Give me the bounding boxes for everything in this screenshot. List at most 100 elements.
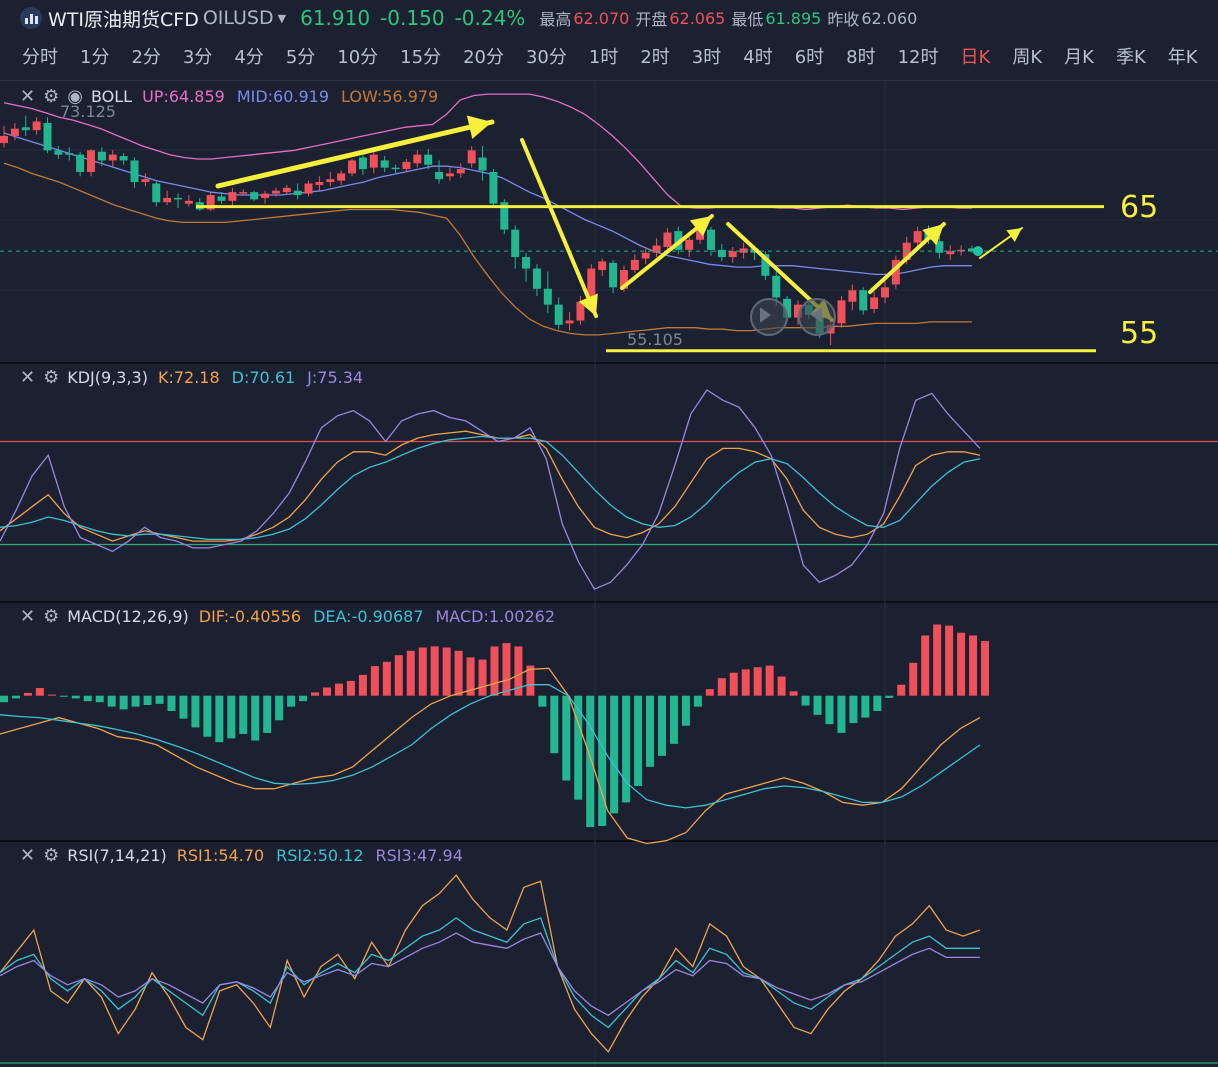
macd-bar: [346, 680, 355, 696]
candle-body: [87, 150, 96, 172]
macd-bar: [897, 684, 906, 696]
macd-bar: [0, 695, 8, 703]
close-icon[interactable]: ✕: [20, 845, 35, 866]
macd-dif: DIF:-0.40556: [198, 607, 302, 626]
candle-body: [380, 160, 389, 168]
candle-body: [489, 171, 498, 204]
macd-bar: [753, 667, 762, 696]
boll-up: UP:64.859: [142, 87, 225, 106]
candle-body: [391, 167, 400, 170]
candle-body: [21, 127, 30, 131]
settings-gear-icon[interactable]: ⚙: [43, 606, 59, 627]
candle-body: [565, 320, 574, 324]
candle-body: [130, 160, 139, 183]
kdj-d-line: [0, 435, 981, 541]
candle-body: [946, 251, 955, 255]
candle-body: [424, 154, 433, 165]
panel-separator-2: [0, 840, 1218, 842]
min-price-label: 55.105: [627, 330, 683, 349]
candle-body: [261, 193, 270, 198]
candle-body: [228, 192, 237, 201]
macd-bar: [777, 676, 786, 696]
rsi-legend: ✕ ⚙ RSI(7,14,21) RSI1:54.70 RSI2:50.12 R…: [20, 845, 475, 866]
candle-body: [456, 169, 465, 174]
prev-bar-button[interactable]: [750, 298, 788, 336]
macd-bar: [502, 643, 511, 696]
settings-gear-icon[interactable]: ⚙: [43, 845, 59, 866]
macd-bar: [622, 695, 631, 803]
close-icon[interactable]: ✕: [20, 606, 35, 627]
macd-bar: [646, 695, 655, 767]
chart-canvas[interactable]: [0, 0, 1218, 1067]
candle-body: [913, 231, 922, 243]
macd-bar: [873, 695, 882, 712]
macd-bar: [885, 695, 894, 698]
settings-gear-icon[interactable]: ⚙: [43, 367, 59, 388]
candle-body: [859, 290, 868, 311]
candle-body: [358, 157, 367, 170]
macd-bar: [370, 666, 379, 696]
candle-body: [478, 157, 487, 171]
macd-bar: [825, 695, 834, 725]
candle-body: [65, 153, 74, 155]
candle-body: [837, 300, 846, 324]
settings-gear-icon[interactable]: ⚙: [43, 86, 59, 107]
macd-bar: [574, 695, 583, 800]
macd-bar: [741, 669, 750, 696]
candle-body: [848, 290, 857, 302]
candle-body: [652, 245, 661, 253]
candle-body: [641, 252, 650, 259]
close-icon[interactable]: ✕: [20, 86, 35, 107]
candle-body: [326, 179, 335, 183]
macd-dif-line: [0, 667, 981, 845]
candle-body: [739, 248, 748, 253]
candle-body: [543, 288, 552, 305]
macd-bar: [430, 646, 439, 696]
macd-bar: [358, 674, 367, 696]
macd-dea: DEA:-0.90687: [313, 607, 424, 626]
candle-body: [0, 135, 8, 144]
macd-bar: [837, 695, 846, 733]
macd-bar: [789, 691, 798, 696]
macd-bar: [717, 678, 726, 696]
candle-body: [467, 150, 476, 164]
macd-legend: ✕ ⚙ MACD(12,26,9) DIF:-0.40556 DEA:-0.90…: [20, 606, 567, 627]
boll-mid-line: [3, 132, 972, 276]
macd-bar: [35, 688, 44, 696]
macd-bar: [11, 695, 20, 699]
macd-bar: [95, 695, 104, 703]
panel-separator-0: [0, 362, 1218, 364]
macd-bar: [454, 650, 463, 696]
macd-bar: [382, 661, 391, 696]
candle-body: [152, 183, 161, 203]
macd-bar: [275, 695, 284, 721]
macd-bar: [969, 635, 978, 696]
candle-body: [511, 229, 520, 258]
candle-body: [43, 122, 52, 151]
macd-bar: [71, 695, 80, 699]
candle-body: [163, 197, 172, 203]
candle-body: [337, 173, 346, 181]
rsi-name: RSI(7,14,21): [67, 846, 167, 865]
candle-body: [119, 156, 128, 161]
next-bar-button[interactable]: [798, 298, 836, 336]
macd-bar: [586, 695, 595, 828]
macd-bar: [155, 695, 164, 704]
rsi-rsi2-line: [0, 917, 980, 1029]
kdj-d: D:70.61: [231, 368, 296, 387]
candle-body: [304, 183, 313, 194]
candle-body: [369, 154, 378, 168]
candle-body: [97, 151, 106, 161]
macd-bar: [334, 683, 343, 696]
candle-body: [870, 297, 879, 309]
rsi-rsi1-line: [0, 874, 981, 1053]
candle-body: [706, 229, 715, 250]
macd-bar: [406, 650, 415, 696]
rsi-2: RSI2:50.12: [276, 846, 364, 865]
macd-name: MACD(12,26,9): [67, 607, 189, 626]
arrow-up-4-head: [1006, 228, 1022, 242]
macd-bar: [933, 624, 942, 696]
macd-bar: [478, 659, 487, 696]
macd-bar: [227, 695, 236, 739]
close-icon[interactable]: ✕: [20, 367, 35, 388]
